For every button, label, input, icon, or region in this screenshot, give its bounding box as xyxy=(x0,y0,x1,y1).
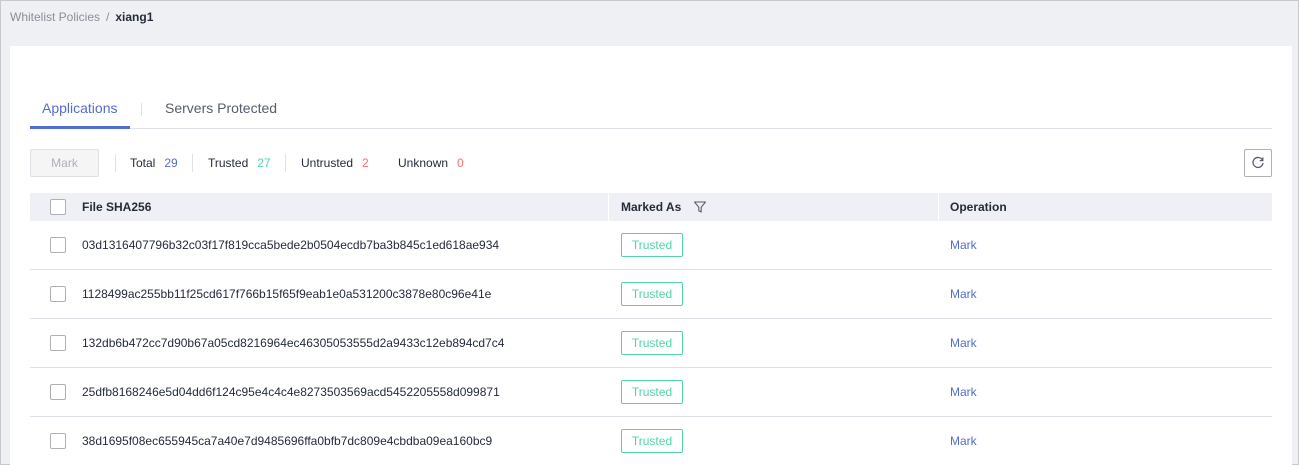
breadcrumb-separator: / xyxy=(106,10,110,24)
toolbar-divider xyxy=(192,154,193,172)
stat-untrusted-label: Untrusted xyxy=(301,156,354,170)
header-operation: Operation xyxy=(950,200,1007,214)
row-check-cell xyxy=(30,237,82,253)
row-checkbox[interactable] xyxy=(50,335,66,351)
stat-unknown-label: Unknown xyxy=(398,156,449,170)
header-marked-as-label: Marked As xyxy=(621,200,682,214)
table-row: 132db6b472cc7d90b67a05cd8216964ec4630505… xyxy=(30,319,1272,368)
trusted-badge: Trusted xyxy=(621,331,683,355)
row-operation-cell: Mark xyxy=(939,287,977,301)
row-marked-as-cell: Trusted xyxy=(609,233,939,257)
table-row: 38d1695f08ec655945ca7a40e7d9485696ffa0bf… xyxy=(30,417,1272,465)
whitelist-table: File SHA256 Marked As Operation 03d13164… xyxy=(30,193,1272,465)
row-marked-as-cell: Trusted xyxy=(609,429,939,453)
mark-link[interactable]: Mark xyxy=(950,238,977,252)
row-checkbox[interactable] xyxy=(50,237,66,253)
stat-trusted: Trusted 27 xyxy=(208,156,271,170)
table-row: 1128499ac255bb11f25cd617f766b15f65f9eab1… xyxy=(30,270,1272,319)
column-divider xyxy=(938,193,939,221)
mark-link[interactable]: Mark xyxy=(950,336,977,350)
stat-total: Total 29 xyxy=(130,156,178,170)
stat-untrusted-value: 2 xyxy=(362,156,369,170)
stat-total-value: 29 xyxy=(164,156,178,170)
stat-total-label: Total xyxy=(130,156,156,170)
stat-unknown-value: 0 xyxy=(457,156,464,170)
header-file-sha256: File SHA256 xyxy=(82,200,152,214)
tab-divider xyxy=(141,103,142,116)
tab-applications[interactable]: Applications xyxy=(42,100,118,116)
stat-trusted-label: Trusted xyxy=(208,156,249,170)
content-panel: Applications Servers Protected Mark Tota… xyxy=(10,46,1292,465)
trusted-badge: Trusted xyxy=(621,233,683,257)
tab-servers-protected[interactable]: Servers Protected xyxy=(165,100,277,116)
select-all-checkbox[interactable] xyxy=(50,199,66,215)
stat-unknown: Unknown 0 xyxy=(398,156,464,170)
tab-bar: Applications Servers Protected xyxy=(30,98,1272,129)
breadcrumb-current: xiang1 xyxy=(115,10,154,24)
filter-icon[interactable] xyxy=(693,200,707,214)
row-sha256: 1128499ac255bb11f25cd617f766b15f65f9eab1… xyxy=(82,287,492,301)
row-operation-cell: Mark xyxy=(939,434,977,448)
table-row: 03d1316407796b32c03f17f819cca5bede2b0504… xyxy=(30,221,1272,270)
app-frame: Whitelist Policies / xiang1 Applications… xyxy=(0,0,1299,465)
refresh-icon xyxy=(1252,156,1264,169)
row-check-cell xyxy=(30,384,82,400)
mark-link[interactable]: Mark xyxy=(950,385,977,399)
active-tab-indicator xyxy=(30,126,130,129)
breadcrumb: Whitelist Policies / xiang1 xyxy=(10,10,153,24)
row-checkbox[interactable] xyxy=(50,384,66,400)
row-checkbox[interactable] xyxy=(50,433,66,449)
row-sha256: 132db6b472cc7d90b67a05cd8216964ec4630505… xyxy=(82,336,505,350)
toolbar-divider xyxy=(285,154,286,172)
table-row: 25dfb8168246e5d04dd6f124c95e4c4c4e827350… xyxy=(30,368,1272,417)
trusted-badge: Trusted xyxy=(621,282,683,306)
refresh-button[interactable] xyxy=(1244,149,1272,177)
select-all-cell xyxy=(30,199,82,215)
row-sha256: 38d1695f08ec655945ca7a40e7d9485696ffa0bf… xyxy=(82,434,493,448)
header-marked-as: Marked As xyxy=(609,200,939,214)
row-marked-as-cell: Trusted xyxy=(609,331,939,355)
row-marked-as-cell: Trusted xyxy=(609,282,939,306)
row-sha256: 25dfb8168246e5d04dd6f124c95e4c4c4e827350… xyxy=(82,385,500,399)
toolbar-divider xyxy=(115,154,116,172)
row-operation-cell: Mark xyxy=(939,238,977,252)
stat-untrusted: Untrusted 2 xyxy=(301,156,369,170)
row-check-cell xyxy=(30,335,82,351)
row-marked-as-cell: Trusted xyxy=(609,380,939,404)
trusted-badge: Trusted xyxy=(621,380,683,404)
row-sha256: 03d1316407796b32c03f17f819cca5bede2b0504… xyxy=(82,238,500,252)
row-operation-cell: Mark xyxy=(939,385,977,399)
mark-link[interactable]: Mark xyxy=(950,287,977,301)
trusted-badge: Trusted xyxy=(621,429,683,453)
row-check-cell xyxy=(30,433,82,449)
row-operation-cell: Mark xyxy=(939,336,977,350)
table-header: File SHA256 Marked As Operation xyxy=(30,193,1272,221)
row-checkbox[interactable] xyxy=(50,286,66,302)
mark-link[interactable]: Mark xyxy=(950,434,977,448)
row-check-cell xyxy=(30,286,82,302)
mark-button[interactable]: Mark xyxy=(30,149,99,177)
breadcrumb-parent-link[interactable]: Whitelist Policies xyxy=(10,10,100,24)
stat-trusted-value: 27 xyxy=(257,156,271,170)
toolbar: Mark Total 29 Trusted 27 Untrusted 2 Unknow… xyxy=(30,149,1272,177)
